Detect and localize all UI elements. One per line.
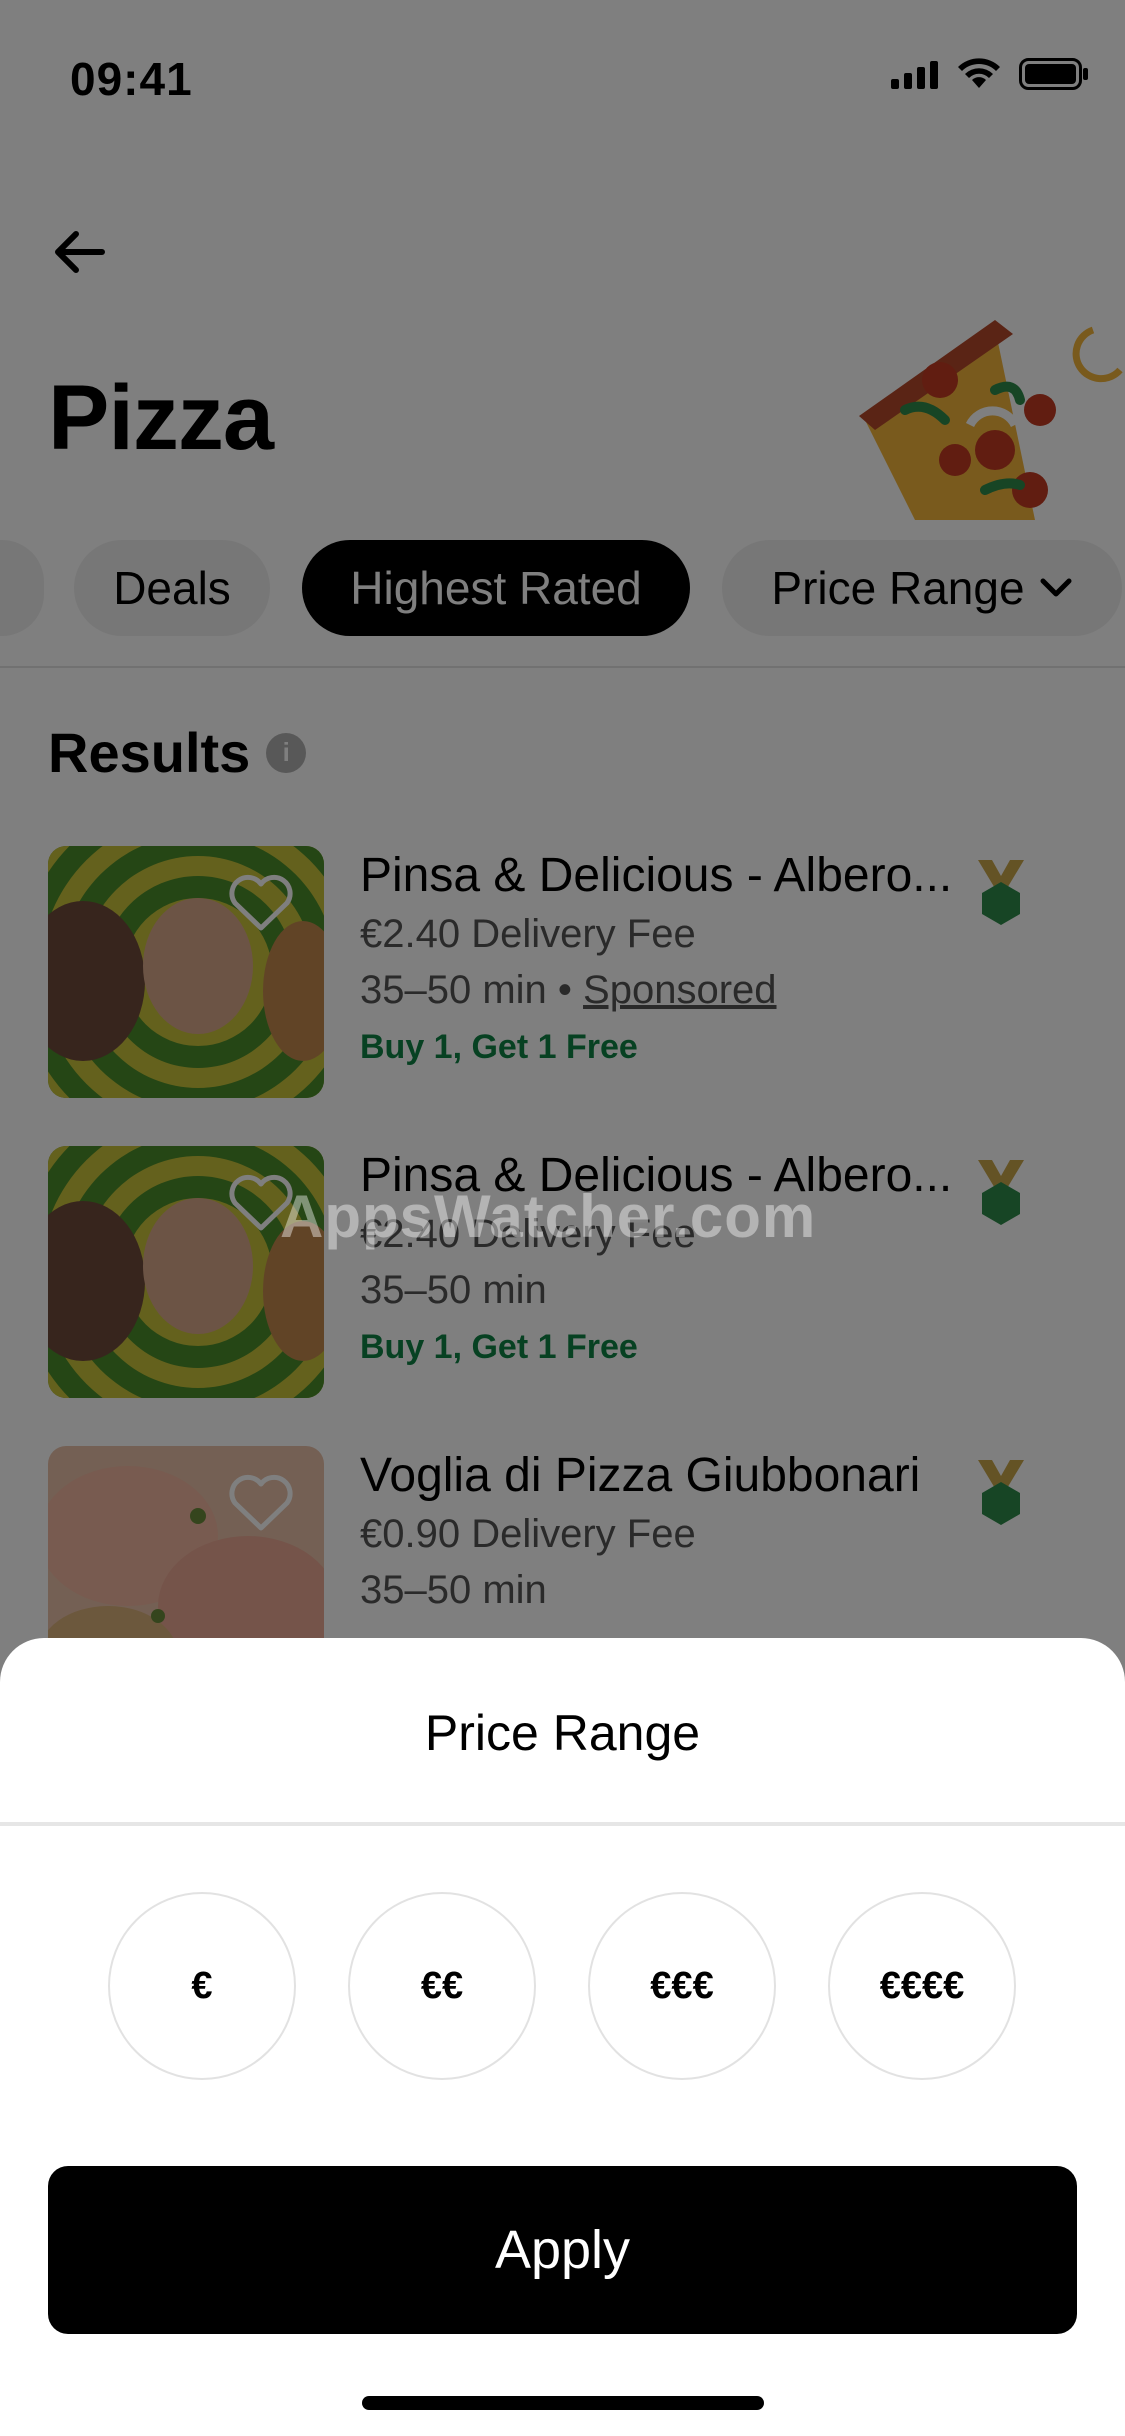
sheet-title: Price Range	[424, 1705, 701, 1761]
price-option-4[interactable]: €€€€	[828, 1892, 1016, 2080]
restaurant-list-page: 09:41 Pizza	[0, 0, 1125, 2436]
watermark: AppsWatcher.com	[280, 1183, 817, 1250]
price-option-1[interactable]: €	[108, 1892, 296, 2080]
price-option-2[interactable]: €€	[348, 1892, 536, 2080]
home-indicator[interactable]	[362, 2396, 764, 2410]
price-option-3[interactable]: €€€	[588, 1892, 776, 2080]
sheet-divider	[0, 1822, 1125, 1826]
apply-button[interactable]: Apply	[48, 2166, 1077, 2334]
price-range-sheet: Price Range € €€ €€€ €€€€ Apply	[0, 1638, 1125, 2436]
